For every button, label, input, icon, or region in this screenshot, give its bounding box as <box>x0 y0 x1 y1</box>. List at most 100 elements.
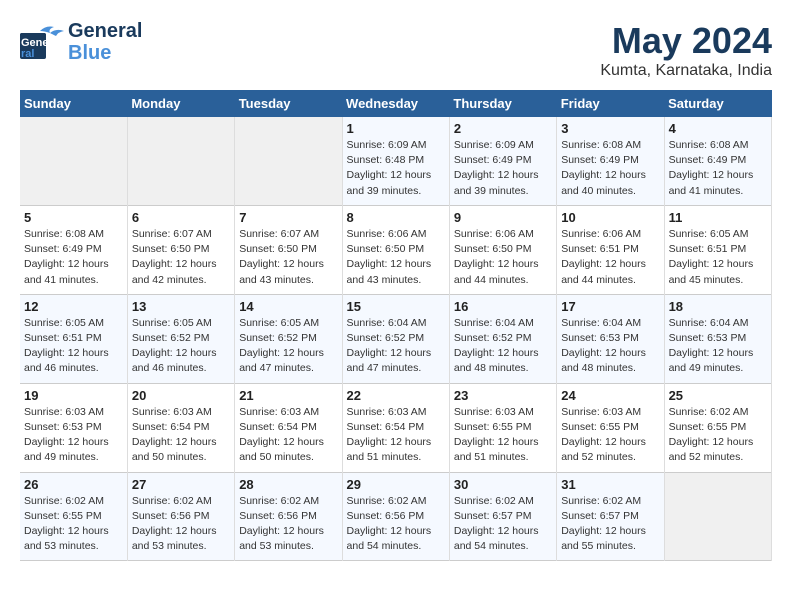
day-info: Sunrise: 6:03 AM Sunset: 6:54 PM Dayligh… <box>239 405 337 466</box>
day-number: 25 <box>669 388 767 403</box>
day-number: 2 <box>454 121 552 136</box>
logo-icon: Gene ral <box>20 23 64 61</box>
calendar-table: SundayMondayTuesdayWednesdayThursdayFrid… <box>20 90 772 561</box>
day-info: Sunrise: 6:03 AM Sunset: 6:55 PM Dayligh… <box>561 405 659 466</box>
day-number: 27 <box>132 477 230 492</box>
day-info: Sunrise: 6:09 AM Sunset: 6:49 PM Dayligh… <box>454 138 552 199</box>
day-number: 5 <box>24 210 123 225</box>
day-cell: 1 Sunrise: 6:09 AM Sunset: 6:48 PM Daylig… <box>342 117 449 205</box>
day-cell: 4Sunrise: 6:08 AM Sunset: 6:49 PM Daylig… <box>664 117 771 205</box>
day-cell: 17Sunrise: 6:04 AM Sunset: 6:53 PM Dayli… <box>557 294 664 383</box>
header-row: SundayMondayTuesdayWednesdayThursdayFrid… <box>20 90 772 117</box>
week-row-2: 5 Sunrise: 6:08 AM Sunset: 6:49 PM Daylig… <box>20 205 772 294</box>
month-title: May 2024 <box>600 20 772 62</box>
day-info: Sunrise: 6:03 AM Sunset: 6:54 PM Dayligh… <box>132 405 230 466</box>
day-cell: 25 Sunrise: 6:02 AM Sunset: 6:55 PM Dayli… <box>664 383 771 472</box>
day-number: 6 <box>132 210 230 225</box>
day-number: 14 <box>239 299 337 314</box>
day-info: Sunrise: 6:05 AM Sunset: 6:52 PM Dayligh… <box>239 316 337 377</box>
day-number: 11 <box>669 210 767 225</box>
day-number: 19 <box>24 388 123 403</box>
day-info: Sunrise: 6:02 AM Sunset: 6:56 PM Dayligh… <box>239 494 337 555</box>
day-number: 9 <box>454 210 552 225</box>
day-number: 26 <box>24 477 123 492</box>
day-number: 3 <box>561 121 659 136</box>
day-info: Sunrise: 6:03 AM Sunset: 6:55 PM Dayligh… <box>454 405 552 466</box>
day-number: 7 <box>239 210 337 225</box>
day-cell: 15 Sunrise: 6:04 AM Sunset: 6:52 PM Dayli… <box>342 294 449 383</box>
day-number: 29 <box>347 477 445 492</box>
day-number: 22 <box>347 388 445 403</box>
day-number: 30 <box>454 477 552 492</box>
day-number: 15 <box>347 299 445 314</box>
day-info: Sunrise: 6:03 AM Sunset: 6:54 PM Dayligh… <box>347 405 445 466</box>
day-header-wednesday: Wednesday <box>342 90 449 117</box>
logo: Gene ral General Blue <box>20 20 142 64</box>
day-number: 1 <box>347 121 445 136</box>
day-info: Sunrise: 6:07 AM Sunset: 6:50 PM Dayligh… <box>132 227 230 288</box>
day-cell: 8 Sunrise: 6:06 AM Sunset: 6:50 PM Daylig… <box>342 205 449 294</box>
day-cell: 9 Sunrise: 6:06 AM Sunset: 6:50 PM Daylig… <box>449 205 556 294</box>
day-cell: 11 Sunrise: 6:05 AM Sunset: 6:51 PM Dayli… <box>664 205 771 294</box>
day-number: 8 <box>347 210 445 225</box>
day-cell <box>127 117 234 205</box>
day-cell: 26Sunrise: 6:02 AM Sunset: 6:55 PM Dayli… <box>20 472 127 561</box>
logo-line1: General <box>68 20 142 42</box>
day-number: 12 <box>24 299 123 314</box>
day-info: Sunrise: 6:06 AM Sunset: 6:51 PM Dayligh… <box>561 227 659 288</box>
day-info: Sunrise: 6:02 AM Sunset: 6:56 PM Dayligh… <box>347 494 445 555</box>
day-cell: 6 Sunrise: 6:07 AM Sunset: 6:50 PM Daylig… <box>127 205 234 294</box>
day-number: 23 <box>454 388 552 403</box>
day-number: 31 <box>561 477 659 492</box>
day-header-tuesday: Tuesday <box>235 90 342 117</box>
day-cell: 28Sunrise: 6:02 AM Sunset: 6:56 PM Dayli… <box>235 472 342 561</box>
day-info: Sunrise: 6:02 AM Sunset: 6:57 PM Dayligh… <box>561 494 659 555</box>
day-number: 20 <box>132 388 230 403</box>
day-cell: 22 Sunrise: 6:03 AM Sunset: 6:54 PM Dayli… <box>342 383 449 472</box>
svg-text:ral: ral <box>21 48 34 60</box>
day-cell: 27 Sunrise: 6:02 AM Sunset: 6:56 PM Dayli… <box>127 472 234 561</box>
week-row-1: 1 Sunrise: 6:09 AM Sunset: 6:48 PM Daylig… <box>20 117 772 205</box>
day-number: 21 <box>239 388 337 403</box>
day-header-saturday: Saturday <box>664 90 771 117</box>
day-info: Sunrise: 6:06 AM Sunset: 6:50 PM Dayligh… <box>454 227 552 288</box>
day-info: Sunrise: 6:05 AM Sunset: 6:51 PM Dayligh… <box>669 227 767 288</box>
title-section: May 2024 Kumta, Karnataka, India <box>600 20 772 80</box>
day-info: Sunrise: 6:02 AM Sunset: 6:55 PM Dayligh… <box>669 405 767 466</box>
day-cell: 31 Sunrise: 6:02 AM Sunset: 6:57 PM Dayli… <box>557 472 664 561</box>
day-header-sunday: Sunday <box>20 90 127 117</box>
day-cell: 5 Sunrise: 6:08 AM Sunset: 6:49 PM Daylig… <box>20 205 127 294</box>
day-cell: 10Sunrise: 6:06 AM Sunset: 6:51 PM Dayli… <box>557 205 664 294</box>
day-cell: 16 Sunrise: 6:04 AM Sunset: 6:52 PM Dayli… <box>449 294 556 383</box>
day-info: Sunrise: 6:02 AM Sunset: 6:56 PM Dayligh… <box>132 494 230 555</box>
day-cell: 20 Sunrise: 6:03 AM Sunset: 6:54 PM Dayli… <box>127 383 234 472</box>
day-info: Sunrise: 6:08 AM Sunset: 6:49 PM Dayligh… <box>24 227 123 288</box>
day-info: Sunrise: 6:04 AM Sunset: 6:52 PM Dayligh… <box>454 316 552 377</box>
day-info: Sunrise: 6:05 AM Sunset: 6:51 PM Dayligh… <box>24 316 123 377</box>
day-number: 18 <box>669 299 767 314</box>
day-cell: 7Sunrise: 6:07 AM Sunset: 6:50 PM Daylig… <box>235 205 342 294</box>
week-row-3: 12 Sunrise: 6:05 AM Sunset: 6:51 PM Dayli… <box>20 294 772 383</box>
day-cell: 24Sunrise: 6:03 AM Sunset: 6:55 PM Dayli… <box>557 383 664 472</box>
day-cell: 29 Sunrise: 6:02 AM Sunset: 6:56 PM Dayli… <box>342 472 449 561</box>
day-info: Sunrise: 6:09 AM Sunset: 6:48 PM Dayligh… <box>347 138 445 199</box>
day-info: Sunrise: 6:06 AM Sunset: 6:50 PM Dayligh… <box>347 227 445 288</box>
day-number: 17 <box>561 299 659 314</box>
day-cell: 12 Sunrise: 6:05 AM Sunset: 6:51 PM Dayli… <box>20 294 127 383</box>
day-cell <box>235 117 342 205</box>
day-cell: 21 Sunrise: 6:03 AM Sunset: 6:54 PM Dayli… <box>235 383 342 472</box>
day-number: 16 <box>454 299 552 314</box>
location: Kumta, Karnataka, India <box>600 62 772 80</box>
day-info: Sunrise: 6:04 AM Sunset: 6:52 PM Dayligh… <box>347 316 445 377</box>
day-cell: 13Sunrise: 6:05 AM Sunset: 6:52 PM Dayli… <box>127 294 234 383</box>
day-info: Sunrise: 6:02 AM Sunset: 6:57 PM Dayligh… <box>454 494 552 555</box>
week-row-5: 26Sunrise: 6:02 AM Sunset: 6:55 PM Dayli… <box>20 472 772 561</box>
day-header-thursday: Thursday <box>449 90 556 117</box>
day-cell <box>664 472 771 561</box>
day-header-friday: Friday <box>557 90 664 117</box>
day-info: Sunrise: 6:04 AM Sunset: 6:53 PM Dayligh… <box>669 316 767 377</box>
page-header: Gene ral General Blue May 2024 Kumta, Ka… <box>20 20 772 80</box>
day-info: Sunrise: 6:03 AM Sunset: 6:53 PM Dayligh… <box>24 405 123 466</box>
day-info: Sunrise: 6:08 AM Sunset: 6:49 PM Dayligh… <box>561 138 659 199</box>
day-cell: 3 Sunrise: 6:08 AM Sunset: 6:49 PM Daylig… <box>557 117 664 205</box>
